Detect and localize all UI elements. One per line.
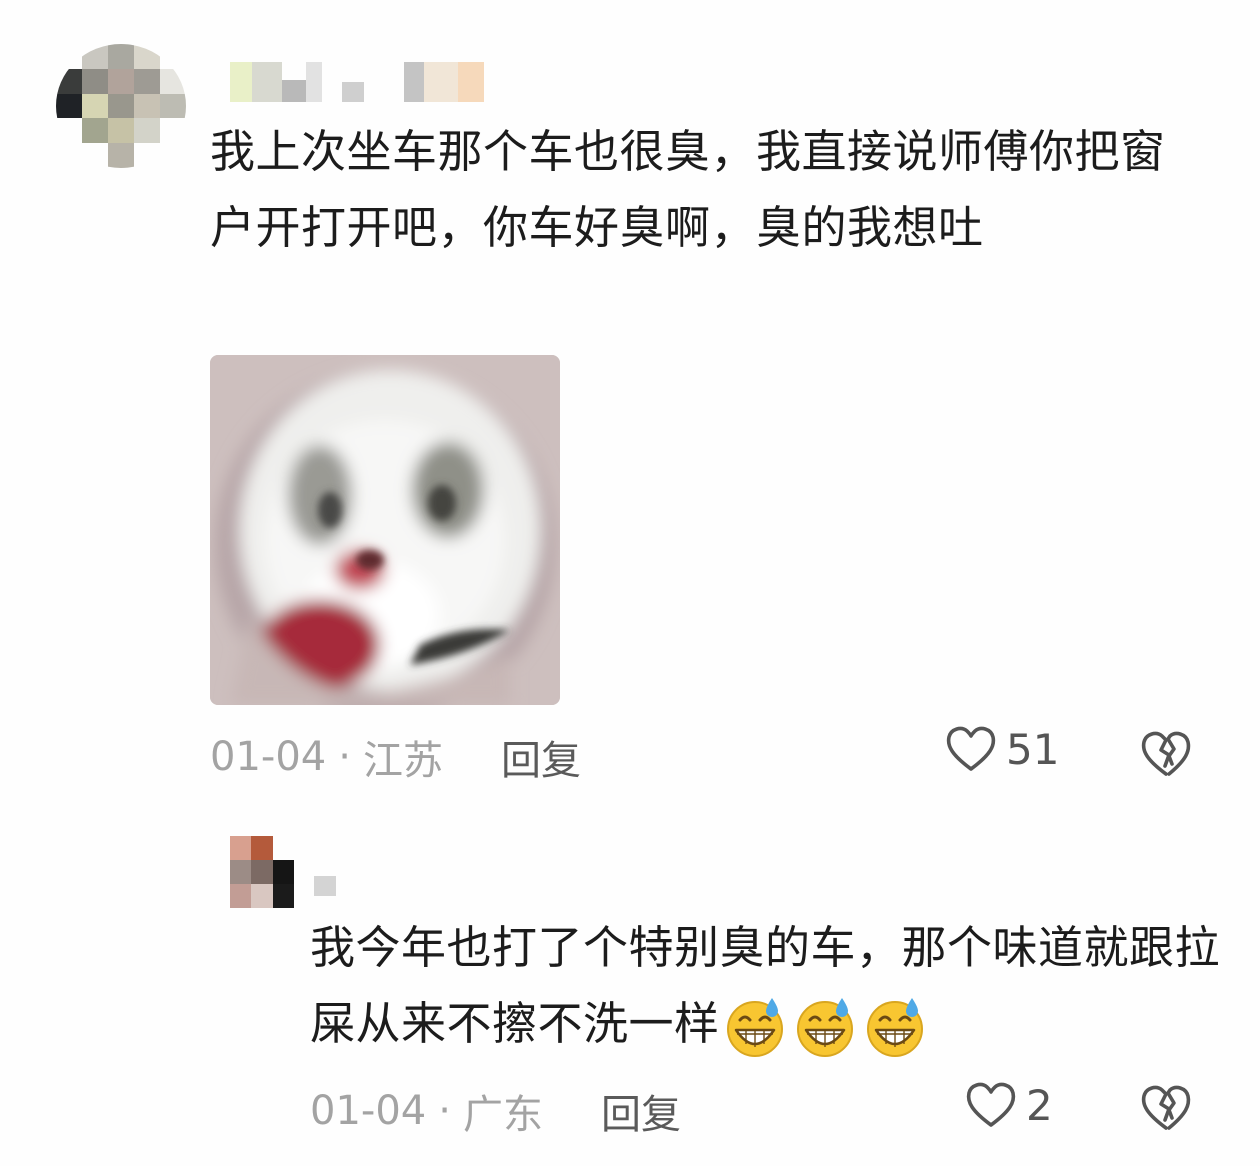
avatar-pixel: [134, 93, 160, 119]
reply-text: 我今年也打了个特别臭的车，那个味道就跟拉屎从来不擦不洗一样: [310, 910, 1230, 1062]
like-button[interactable]: 51: [944, 722, 1059, 776]
avatar-pixel: [82, 68, 108, 94]
avatar-pixel: [251, 860, 273, 884]
avatar-pixel: [134, 143, 160, 168]
reply-dislike-button[interactable]: [1138, 1080, 1194, 1138]
grin-sweat-emoji: [792, 994, 858, 1060]
comment-date: 01-04: [210, 734, 327, 780]
avatar-pixel: [82, 93, 108, 119]
dislike-button[interactable]: [1138, 726, 1194, 784]
avatar-pixel: [108, 68, 134, 94]
grin-sweat-emoji: [862, 994, 928, 1060]
reply-location: 广东: [462, 1092, 543, 1138]
broken-heart-icon: [1141, 1085, 1191, 1130]
like-count: 51: [1006, 724, 1060, 774]
reply-button[interactable]: 回复: [501, 728, 581, 786]
avatar-pixel: [56, 44, 82, 69]
avatar-pixel: [272, 860, 294, 884]
avatar-pixel: [272, 884, 294, 908]
avatar-pixel: [160, 68, 186, 94]
comment-text: 我上次坐车那个车也很臭，我直接说师傅你把窗户开打开吧，你车好臭啊，臭的我想吐: [210, 125, 1166, 254]
avatar-pixel: [272, 836, 294, 860]
avatar-pixel: [251, 836, 273, 860]
avatar-pixel: [134, 68, 160, 94]
reply-avatar[interactable]: [230, 836, 294, 908]
avatar-pixel: [56, 118, 82, 144]
avatar-pixel: [230, 884, 252, 908]
avatar-pixel: [56, 68, 82, 94]
username-blurred[interactable]: [230, 62, 484, 102]
reply-reply-button[interactable]: 回复: [601, 1082, 681, 1140]
avatar[interactable]: [56, 44, 186, 168]
reply-username-blurred[interactable]: [314, 876, 336, 896]
avatar-pixel: [160, 44, 186, 69]
avatar-pixel: [108, 118, 134, 144]
avatar-pixel: [134, 44, 160, 69]
avatar-pixel: [108, 44, 134, 69]
avatar-pixel: [82, 143, 108, 168]
heart-icon: [966, 1082, 1016, 1127]
avatar-pixel: [108, 143, 134, 168]
avatar-pixel: [108, 93, 134, 119]
avatar-pixel: [230, 860, 252, 884]
reply-like-button[interactable]: 2: [964, 1078, 1053, 1132]
avatar-pixel: [56, 143, 82, 168]
reply-like-count: 2: [1026, 1080, 1053, 1130]
avatar-pixel: [251, 884, 273, 908]
heart-icon: [946, 726, 996, 771]
grin-sweat-emoji: [722, 994, 788, 1060]
reply-meta: 01-04 · 广东 回复: [310, 1082, 681, 1140]
avatar-pixel: [56, 93, 82, 119]
avatar-pixel: [160, 118, 186, 144]
comment-meta: 01-04 · 江苏 回复: [210, 728, 581, 786]
broken-heart-icon: [1141, 731, 1191, 776]
avatar-pixel: [160, 93, 186, 119]
meta-separator: ·: [438, 1088, 451, 1134]
panda-meme-sticker: [210, 355, 560, 705]
sticker-image[interactable]: [210, 355, 560, 705]
avatar-pixel: [82, 44, 108, 69]
avatar-pixel: [82, 118, 108, 144]
comment-location: 江苏: [362, 738, 443, 784]
emoji-row: [722, 994, 928, 1060]
avatar-pixel: [134, 118, 160, 144]
reply-date: 01-04: [310, 1088, 427, 1134]
avatar-pixel: [160, 143, 186, 168]
avatar-pixel: [230, 836, 252, 860]
meta-separator: ·: [338, 734, 351, 780]
